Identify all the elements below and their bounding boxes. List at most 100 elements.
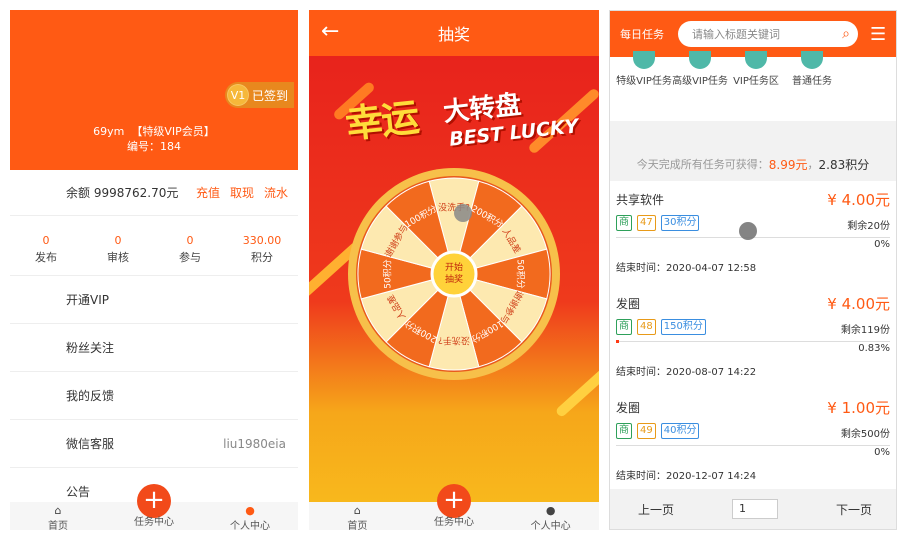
- task-progress-bar: [616, 340, 890, 343]
- page-number-input[interactable]: 1: [732, 499, 778, 519]
- start-label-1: 开始: [445, 261, 463, 273]
- touch-indicator: [739, 222, 757, 240]
- home-icon: ⌂: [353, 504, 361, 517]
- daily-tasks-label[interactable]: 每日任务: [620, 26, 678, 42]
- menu-label: 公告: [66, 485, 91, 499]
- wheel-segment-label: 没洗手?: [438, 335, 470, 347]
- tab-tasks[interactable]: + 任务中心: [406, 484, 503, 530]
- task-end-time: 结束时间：2020-12-07 14:24: [616, 471, 757, 482]
- wheel-segment-label: 50积分: [382, 259, 394, 288]
- task-card[interactable]: 发圈 ¥ 1.00元 商 49 40积分 剩余500份 0% 结束时间：2020-1…: [610, 389, 896, 487]
- category-senior-vip[interactable]: 高级VIP任务: [672, 51, 728, 119]
- task-percent: 0.83%: [858, 343, 890, 354]
- menu-label: 我的反馈: [66, 389, 115, 403]
- back-arrow-icon[interactable]: ←: [321, 19, 339, 44]
- balance-row: 余额 9998762.70元 充值 取现 流水: [10, 170, 298, 216]
- menu-label: 开通VIP: [66, 293, 109, 307]
- task-name: 发圈: [616, 401, 641, 415]
- menu-feedback[interactable]: 我的反馈: [10, 372, 298, 420]
- stat-value: 0: [42, 234, 50, 247]
- search-placeholder: 请输入标题关键词: [692, 28, 780, 41]
- tab-home[interactable]: ⌂ 首页: [309, 502, 406, 531]
- category-label: VIP任务区: [733, 76, 779, 87]
- task-card[interactable]: 发圈 ¥ 4.00元 商 48 150积分 剩余119份 0.83% 结束时间：20…: [610, 285, 896, 383]
- task-end-time: 结束时间：2020-04-07 12:58: [616, 263, 757, 274]
- profile-header: V1 已签到 69ym 【特级VIP会员】 编号：184: [10, 10, 298, 170]
- checkin-label: 已签到: [251, 88, 288, 103]
- earn-points: 2.83积分: [818, 157, 870, 172]
- menu-label: 粉丝关注: [66, 341, 115, 355]
- category-icon: [745, 51, 767, 69]
- page-title: 抽奖: [437, 25, 470, 44]
- category-label: 高级VIP任务: [672, 76, 728, 87]
- stat-join[interactable]: 0 参与: [154, 224, 226, 275]
- stat-label: 发布: [35, 251, 57, 264]
- tab-label: 个人中心: [530, 521, 571, 530]
- tab-home[interactable]: ⌂ 首页: [10, 502, 106, 531]
- task-percent: 0%: [874, 447, 890, 458]
- pagination: 上一页 1 下一页: [610, 489, 896, 529]
- task-tags: 商 47 30积分: [616, 215, 700, 231]
- balance-label: 余额 9998762.70元: [66, 186, 179, 200]
- tag-number: 48: [637, 319, 656, 335]
- user-icon: ●: [545, 504, 556, 517]
- category-super-vip[interactable]: 特级VIP任务: [616, 51, 672, 119]
- tab-tasks[interactable]: + 任务中心: [106, 484, 202, 530]
- start-button[interactable]: [430, 250, 478, 298]
- menu-wechat-service[interactable]: 微信客服 liu1980eia: [10, 420, 298, 468]
- tab-me[interactable]: ● 个人中心: [502, 502, 599, 531]
- user-icon: ●: [245, 504, 255, 517]
- menu-open-vip[interactable]: 开通VIP: [10, 276, 298, 324]
- task-tags: 商 48 150积分: [616, 319, 706, 335]
- prev-page-button[interactable]: 上一页: [638, 501, 674, 518]
- wechat-id: liu1980eia: [223, 436, 286, 451]
- search-icon[interactable]: ⌕: [842, 26, 850, 42]
- search-input[interactable]: 请输入标题关键词 ⌕: [678, 21, 858, 47]
- user-id: 编号：184: [127, 140, 181, 153]
- start-label-2: 抽奖: [445, 273, 463, 285]
- tab-bar: ⌂ 首页 + 任务中心 ● 个人中心: [10, 484, 298, 531]
- banner-title-lucky: 幸运: [343, 95, 420, 147]
- withdraw-button[interactable]: 取现: [230, 184, 254, 201]
- username: 69ym: [93, 125, 125, 138]
- tab-me[interactable]: ● 个人中心: [202, 502, 298, 531]
- task-remaining: 剩余20份: [847, 221, 890, 232]
- tag-merchant: 商: [616, 319, 632, 335]
- task-progress-bar: [616, 445, 890, 446]
- next-page-button[interactable]: 下一页: [836, 501, 872, 518]
- stat-points[interactable]: 330.00 积分: [226, 224, 298, 275]
- lottery-body: 幸运 大转盘 BEST LUCKY 没洗手?200积分人品差50积分谢谢参与10…: [309, 56, 599, 502]
- stat-value: 330.00: [242, 234, 282, 247]
- stat-label: 参与: [179, 251, 201, 264]
- stat-value: 0: [186, 234, 194, 247]
- tag-merchant: 商: [616, 215, 632, 231]
- lottery-header: ← 抽奖: [309, 10, 599, 56]
- vip-level-icon: V1: [226, 84, 249, 106]
- recharge-button[interactable]: 充值: [196, 184, 220, 201]
- tab-label: 任务中心: [134, 517, 174, 528]
- category-row: 特级VIP任务 高级VIP任务 VIP任务区 普通任务: [610, 51, 896, 119]
- task-tags: 商 49 40积分: [616, 423, 700, 439]
- menu-icon[interactable]: ☰: [870, 24, 886, 45]
- earn-money: 8.99元: [768, 157, 808, 172]
- stat-label: 积分: [251, 251, 273, 264]
- category-vip[interactable]: VIP任务区: [728, 51, 784, 119]
- task-price: ¥ 4.00元: [827, 191, 890, 209]
- stat-review[interactable]: 0 审核: [82, 224, 154, 275]
- wheel-segment-label: 50积分: [515, 259, 527, 288]
- wheel-pointer: [454, 204, 472, 222]
- prize-wheel[interactable]: 没洗手?200积分人品差50积分谢谢参与100积分没洗手?200积分人品差50积…: [346, 166, 562, 382]
- stat-publish[interactable]: 0 发布: [10, 224, 82, 275]
- menu-fans[interactable]: 粉丝关注: [10, 324, 298, 372]
- category-label: 普通任务: [792, 76, 832, 87]
- checkin-badge[interactable]: V1 已签到: [224, 82, 294, 108]
- tab-label: 个人中心: [230, 521, 270, 530]
- task-remaining: 剩余119份: [840, 325, 890, 336]
- stats-row: 0 发布 0 审核 0 参与 330.00 积分: [10, 224, 298, 276]
- tag-points: 30积分: [660, 215, 700, 231]
- lottery-screen: ← 抽奖 幸运 大转盘 BEST LUCKY 没洗手?200积分人品差50积分谢…: [309, 10, 599, 530]
- task-end-time: 结束时间：2020-08-07 14:22: [616, 367, 757, 378]
- transactions-button[interactable]: 流水: [264, 184, 288, 201]
- category-normal[interactable]: 普通任务: [784, 51, 840, 119]
- task-list-screen: 每日任务 请输入标题关键词 ⌕ ☰ 特级VIP任务 高级VIP任务 VIP任务区 …: [609, 10, 897, 530]
